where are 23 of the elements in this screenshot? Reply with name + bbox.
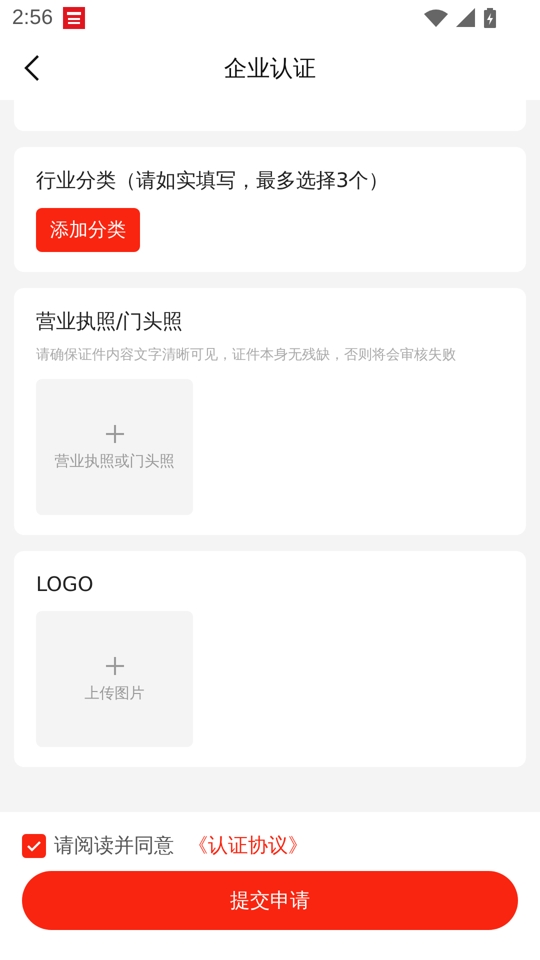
upload-label: 营业执照或门头照 [54, 452, 174, 470]
add-category-button[interactable]: 添加分类 [36, 208, 140, 252]
battery-icon [484, 8, 496, 28]
status-time: 2:56 [12, 6, 53, 30]
check-icon [27, 840, 41, 852]
page-title: 企业认证 [224, 54, 316, 84]
agreement-checkbox[interactable] [22, 834, 46, 858]
upload-box[interactable]: 上传图片 [36, 611, 193, 747]
hint-text: 请确保证件内容文字清晰可见，证件本身无残缺，否则将会审核失败 [36, 346, 456, 365]
plus-icon [104, 656, 124, 676]
agreement-link[interactable]: 《认证协议》 [188, 832, 308, 859]
submit-button[interactable]: 提交申请 [22, 871, 518, 930]
wifi-icon [424, 8, 448, 28]
plus-icon [104, 424, 124, 444]
upload-label: 上传图片 [84, 684, 144, 702]
section-title: 行业分类（请如实填写，最多选择3个） [36, 167, 389, 193]
signal-icon [456, 8, 476, 28]
section-title: 营业执照/门头照 [36, 308, 183, 334]
agreement-text: 请阅读并同意 [54, 832, 174, 859]
upload-box[interactable]: 营业执照或门头照 [36, 379, 193, 515]
back-icon[interactable] [22, 54, 42, 82]
section-title: LOGO [36, 571, 94, 597]
app-notification-icon [62, 7, 85, 29]
